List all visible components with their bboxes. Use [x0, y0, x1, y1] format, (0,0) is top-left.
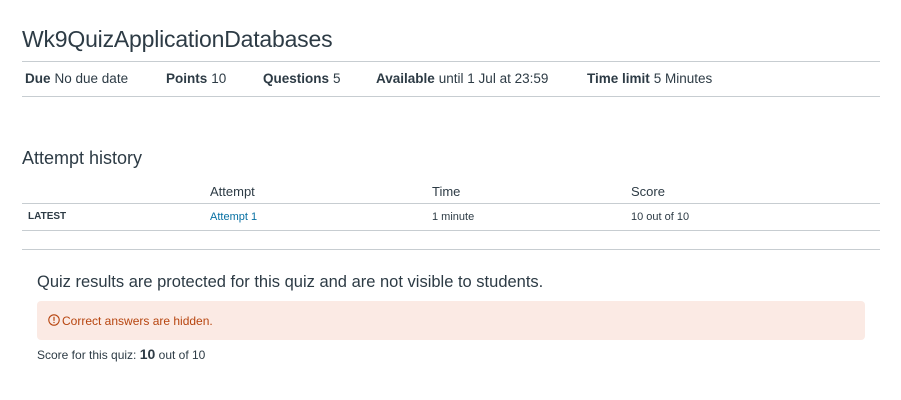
due-detail: Due No due date — [25, 71, 128, 86]
correct-answers-hidden-alert: Correct answers are hidden. — [37, 301, 865, 340]
available-detail: Available until 1 Jul at 23:59 — [376, 71, 548, 86]
score-column-header: Score — [631, 184, 665, 199]
score-suffix: out of 10 — [158, 348, 206, 362]
questions-detail: Questions 5 — [263, 71, 341, 86]
warning-circle-icon — [48, 314, 60, 326]
attempt-time: 1 minute — [432, 211, 475, 223]
due-label: Due — [25, 71, 51, 86]
questions-value: 5 — [333, 71, 341, 86]
time-limit-label: Time limit — [587, 71, 650, 86]
time-column-header: Time — [432, 184, 461, 199]
due-value: No due date — [54, 71, 129, 86]
score-value: 10 — [139, 346, 156, 362]
quiz-details-bar: Due No due date Points 10 Questions 5 Avail… — [22, 61, 880, 97]
questions-label: Questions — [263, 71, 330, 86]
quiz-score: Score for this quiz: 10 out of 10 — [37, 346, 205, 362]
available-label: Available — [376, 71, 435, 86]
quiz-title: Wk9QuizApplicationDatabases — [22, 26, 333, 52]
time-limit-value: 5 Minutes — [653, 71, 713, 86]
time-limit-detail: Time limit 5 Minutes — [587, 71, 712, 86]
points-detail: Points 10 — [166, 71, 226, 86]
attempt-score: 10 out of 10 — [631, 211, 690, 223]
table-row-divider — [22, 230, 880, 231]
points-value: 10 — [211, 71, 227, 86]
attempt-history-title: Attempt history — [22, 148, 143, 168]
results-protected-message: Quiz results are protected for this quiz… — [37, 273, 544, 291]
table-header-divider — [22, 203, 880, 204]
score-label: Score for this quiz: — [37, 348, 137, 362]
attempt-1-link[interactable]: Attempt 1 — [210, 211, 257, 223]
latest-tag: LATEST — [28, 211, 67, 222]
points-label: Points — [166, 71, 208, 86]
alert-text: Correct answers are hidden. — [62, 314, 213, 328]
attempt-column-header: Attempt — [210, 184, 255, 199]
section-divider — [22, 249, 880, 250]
available-value: until 1 Jul at 23:59 — [438, 71, 549, 86]
